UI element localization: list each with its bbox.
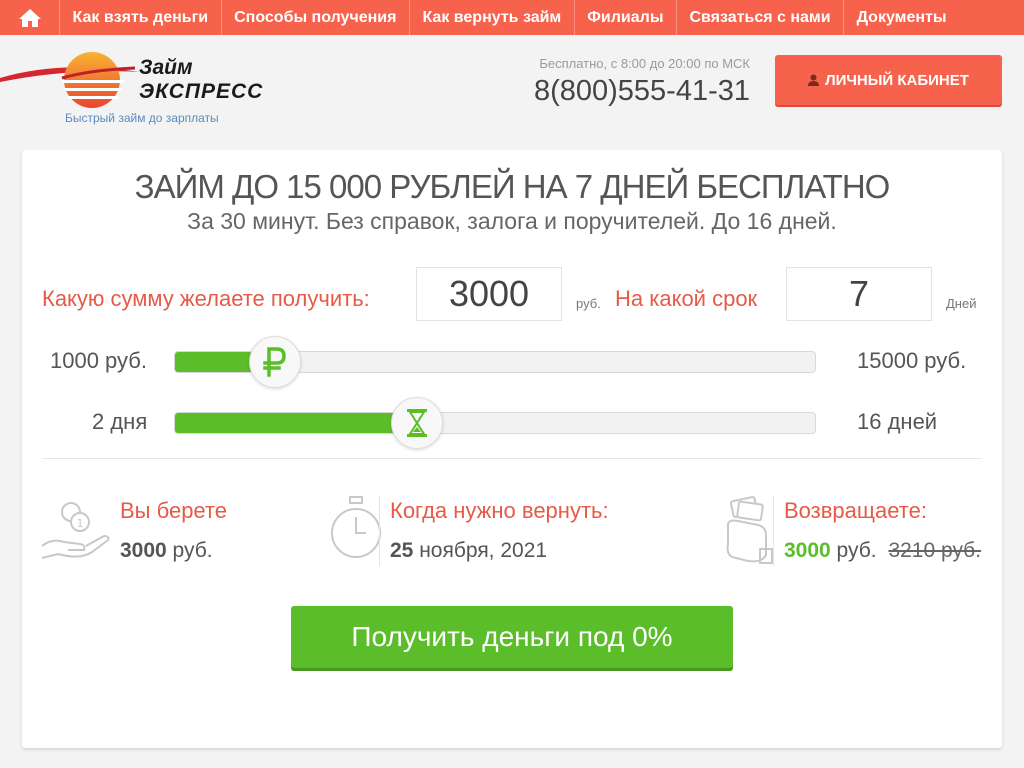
amount-min-label: 1000 руб.: [50, 348, 148, 373]
nav-item-contact-us[interactable]: Связаться с нами: [677, 0, 845, 35]
term-max-label: 16 дней: [857, 409, 938, 434]
summary-separator-1: [379, 496, 380, 566]
money-bag-hand-icon: [726, 496, 773, 564]
return-month-year: ноября, 2021: [413, 539, 548, 562]
stopwatch-icon: [331, 496, 381, 558]
repay-unit: руб.: [830, 539, 877, 562]
repay-label: Возвращаете:: [784, 498, 927, 523]
amount-input[interactable]: 3000: [416, 267, 562, 321]
amount-unit: руб.: [576, 296, 601, 311]
home-button[interactable]: [0, 0, 60, 35]
working-hours: Бесплатно, с 8:00 до 20:00 по МСК: [539, 56, 750, 71]
nav-item-receive-methods[interactable]: Способы получения: [222, 0, 410, 35]
amount-max-label: 15000 руб.: [857, 348, 967, 373]
logo-line1: Займ: [139, 56, 193, 79]
amount-label: Какую сумму желаете получить:: [42, 286, 370, 311]
nav-item-documents[interactable]: Документы: [844, 0, 959, 35]
take-label: Вы берете: [120, 498, 227, 523]
ruble-icon: [263, 347, 287, 377]
repay-value: 3000 руб. 3210 руб.: [784, 539, 981, 563]
term-slider-fill: [175, 413, 418, 433]
svg-text:1: 1: [77, 517, 84, 530]
top-nav: Как взять деньги Способы получения Как в…: [0, 0, 1024, 35]
return-date-value: 25 ноября, 2021: [390, 539, 547, 563]
personal-cabinet-label: ЛИЧНЫЙ КАБИНЕТ: [825, 71, 969, 89]
term-input[interactable]: 7: [786, 267, 932, 321]
personal-cabinet-button[interactable]: ЛИЧНЫЙ КАБИНЕТ: [775, 55, 1002, 105]
take-value: 3000 руб.: [120, 539, 213, 563]
logo-line2: ЭКСПРЕСС: [139, 80, 264, 103]
return-date-label: Когда нужно вернуть:: [390, 498, 609, 523]
term-slider-handle[interactable]: [390, 397, 443, 449]
contact-block: Бесплатно, с 8:00 до 20:00 по МСК 8(800)…: [500, 56, 750, 108]
calculator-title: ЗАЙМ ДО 15 000 РУБЛЕЙ НА 7 ДНЕЙ БЕСПЛАТН…: [134, 168, 891, 205]
nav-item-how-to-borrow[interactable]: Как взять деньги: [60, 0, 222, 35]
hourglass-icon: [406, 409, 427, 437]
site-logo[interactable]: Займ ЭКСПРЕСС Быстрый займ до зарплаты: [0, 45, 290, 130]
term-unit: Дней: [946, 296, 977, 311]
logo-tagline: Быстрый займ до зарплаты: [65, 111, 219, 125]
return-day: 25: [390, 539, 414, 562]
hand-coins-icon: 1: [41, 502, 110, 559]
take-unit: руб.: [166, 539, 213, 562]
calculator-subtitle: За 30 минут. Без справок, залога и поруч…: [187, 208, 837, 234]
term-label: На какой срок: [615, 286, 758, 311]
user-icon: [808, 74, 820, 86]
summary-separator-2: [773, 496, 774, 566]
repay-amount: 3000: [784, 539, 831, 562]
amount-slider-handle[interactable]: [249, 336, 302, 388]
get-money-button[interactable]: Получить деньги под 0%: [291, 606, 733, 668]
loan-calculator-card: ЗАЙМ ДО 15 000 РУБЛЕЙ НА 7 ДНЕЙ БЕСПЛАТН…: [22, 150, 1002, 748]
repay-old-amount: 3210 руб.: [888, 539, 982, 562]
nav-item-how-to-repay[interactable]: Как вернуть займ: [410, 0, 575, 35]
term-slider-track[interactable]: [174, 412, 816, 434]
nav-item-branches[interactable]: Филиалы: [575, 0, 677, 35]
home-icon: [18, 8, 41, 27]
logo-sun-icon: [0, 52, 140, 108]
section-divider: [42, 458, 982, 459]
phone-number[interactable]: 8(800)555-41-31: [500, 75, 750, 108]
take-amount: 3000: [120, 539, 167, 562]
term-min-label: 2 дня: [92, 409, 148, 434]
